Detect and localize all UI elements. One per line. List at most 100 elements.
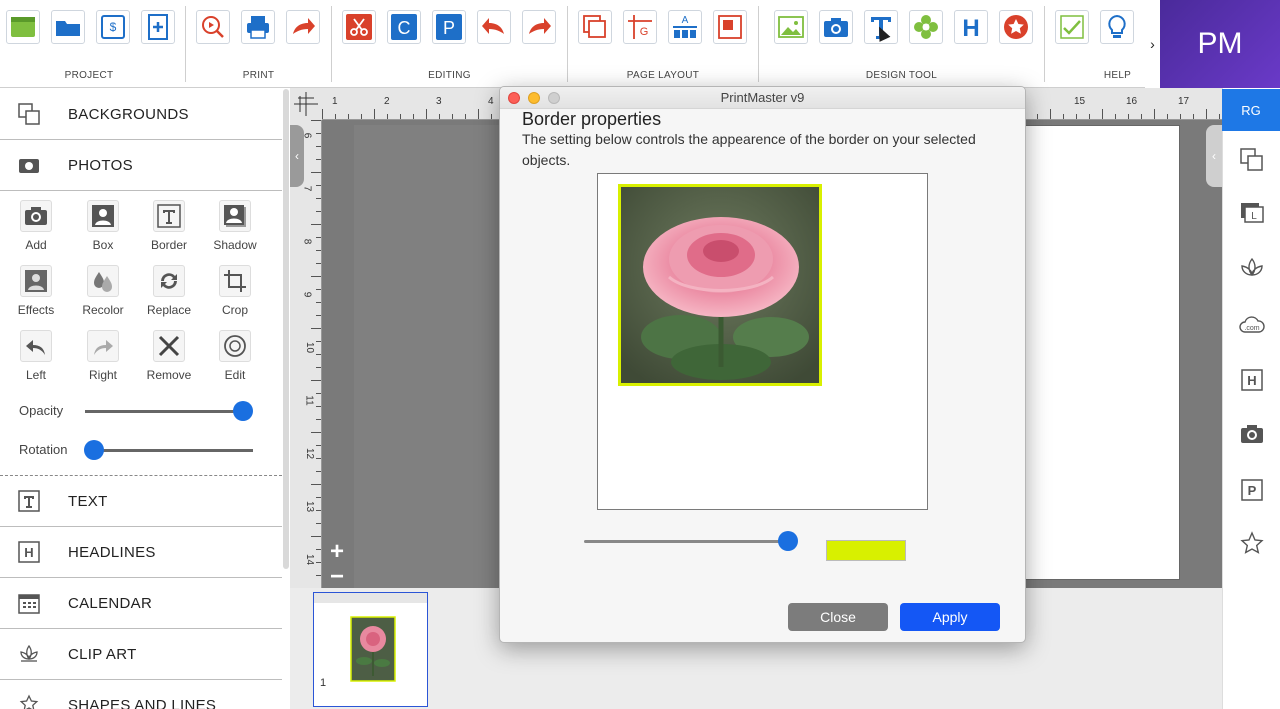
ruler-tick (311, 172, 321, 173)
paste-icon[interactable]: P (1238, 476, 1266, 504)
left-panel: BACKGROUNDS PHOTOS Add Box Border Shadow… (0, 89, 290, 709)
tool-add[interactable]: Add (7, 200, 65, 252)
zoom-in-button[interactable]: + (326, 540, 348, 564)
printer-icon[interactable] (241, 10, 275, 44)
cloud-dotcom-icon[interactable]: .com (1238, 311, 1266, 339)
dialog-heading: Border properties (522, 109, 662, 129)
lightbulb-icon[interactable] (1100, 10, 1134, 44)
layers-icon[interactable]: L (1238, 200, 1266, 228)
camera-icon[interactable] (1238, 420, 1266, 448)
checklist-icon[interactable] (1055, 10, 1089, 44)
close-button[interactable]: Close (788, 603, 888, 631)
svg-text:P: P (1248, 483, 1257, 498)
tool-replace[interactable]: Replace (140, 265, 198, 317)
ruler-tick (1180, 114, 1181, 119)
tool-remove[interactable]: Remove (140, 330, 198, 382)
share-icon[interactable] (286, 10, 320, 44)
nav-shapes-and-lines[interactable]: SHAPES AND LINES (0, 680, 282, 709)
page-thumbnail[interactable] (313, 592, 428, 707)
nav-backgrounds[interactable]: BACKGROUNDS (0, 89, 282, 140)
nav-text[interactable]: TEXT (0, 476, 282, 527)
tool-rotate-left[interactable]: Left (7, 330, 65, 382)
collapse-right-panel-handle[interactable]: ‹ (1206, 125, 1222, 187)
image-icon[interactable] (774, 10, 808, 44)
tool-effects[interactable]: Effects (7, 265, 65, 317)
ruler-tick (316, 159, 321, 160)
shapes-star-icon[interactable] (999, 10, 1033, 44)
print-preview-icon[interactable] (196, 10, 230, 44)
undo-icon[interactable] (477, 10, 511, 44)
ruler-tick (1063, 114, 1064, 119)
ruler-tick-label: 17 (1178, 96, 1190, 107)
clipart-flower-icon[interactable] (909, 10, 943, 44)
zoom-out-button[interactable]: − (326, 565, 348, 589)
nav-photos[interactable]: PHOTOS (0, 140, 282, 191)
svg-text:$: $ (110, 20, 117, 34)
tool-label: Remove (146, 368, 192, 382)
add-page-icon[interactable] (141, 10, 175, 44)
toolbar-more-arrow[interactable]: › (1145, 0, 1160, 88)
ruler-tick (311, 276, 321, 277)
rotation-slider-track[interactable] (85, 449, 253, 452)
open-folder-icon[interactable] (51, 10, 85, 44)
tool-label: Crop (221, 303, 248, 317)
svg-text:.com: .com (1244, 325, 1259, 332)
layers-icon[interactable] (578, 10, 612, 44)
nav-headlines[interactable]: H HEADLINES (0, 527, 282, 578)
svg-text:H: H (24, 545, 33, 560)
redo-icon[interactable] (522, 10, 556, 44)
align-icon[interactable]: A (668, 10, 702, 44)
tool-label: Recolor (82, 303, 124, 317)
user-avatar[interactable]: RG (1222, 89, 1280, 131)
tool-crop[interactable]: Crop (206, 265, 264, 317)
tool-rotate-right[interactable]: Right (74, 330, 132, 382)
camera-icon[interactable] (819, 10, 853, 44)
left-panel-scrollbar[interactable] (283, 89, 289, 569)
border-text-icon (153, 200, 185, 232)
paste-icon[interactable]: P (432, 10, 466, 44)
new-project-icon[interactable] (6, 10, 40, 44)
ruler-tick (400, 114, 401, 119)
headline-icon[interactable]: H (1238, 366, 1266, 394)
collapse-left-panel-handle[interactable]: ‹ (290, 125, 304, 187)
nav-calendar[interactable]: CALENDAR (0, 578, 282, 629)
backgrounds-icon[interactable] (1238, 146, 1266, 174)
ruler-tick (316, 250, 321, 251)
opacity-slider-track[interactable] (85, 410, 243, 413)
ruler-tick-label: 1 (332, 96, 338, 107)
border-preview-box (597, 173, 928, 510)
tool-box[interactable]: Box (74, 200, 132, 252)
ruler-tick (316, 211, 321, 212)
cut-icon[interactable] (342, 10, 376, 44)
tool-shadow[interactable]: Shadow (206, 200, 264, 252)
opacity-label: Opacity (19, 403, 64, 418)
headline-icon[interactable]: H (954, 10, 988, 44)
remove-x-icon (153, 330, 185, 362)
tool-border[interactable]: Border (140, 200, 198, 252)
tool-edit[interactable]: Edit (206, 330, 264, 382)
border-width-slider-track[interactable] (584, 540, 789, 543)
ruler-tick (348, 114, 349, 119)
dialog-window-title: PrintMaster v9 (720, 90, 805, 105)
ruler-tick (316, 133, 321, 134)
rotation-slider-knob[interactable] (84, 440, 104, 460)
dialog-titlebar[interactable]: PrintMaster v9 (500, 87, 1025, 109)
ruler-tick (387, 114, 388, 119)
lotus-icon[interactable] (1238, 255, 1266, 283)
border-width-slider-knob[interactable] (778, 531, 798, 551)
ruler-tick (316, 549, 321, 550)
page-frame-icon[interactable] (713, 10, 747, 44)
tool-recolor[interactable]: Recolor (74, 265, 132, 317)
ruler-tick (311, 432, 321, 433)
apply-button[interactable]: Apply (900, 603, 1000, 631)
copy-icon[interactable]: C (387, 10, 421, 44)
star-icon[interactable] (1238, 530, 1266, 558)
guides-icon[interactable]: G (623, 10, 657, 44)
right-toolbar (1222, 88, 1280, 709)
crop-icon (219, 265, 251, 297)
page-number: 1 (320, 677, 327, 689)
nav-clip-art[interactable]: CLIP ART (0, 629, 282, 680)
border-color-swatch[interactable] (826, 540, 906, 561)
save-project-icon[interactable]: $ (96, 10, 130, 44)
opacity-slider-knob[interactable] (233, 401, 253, 421)
